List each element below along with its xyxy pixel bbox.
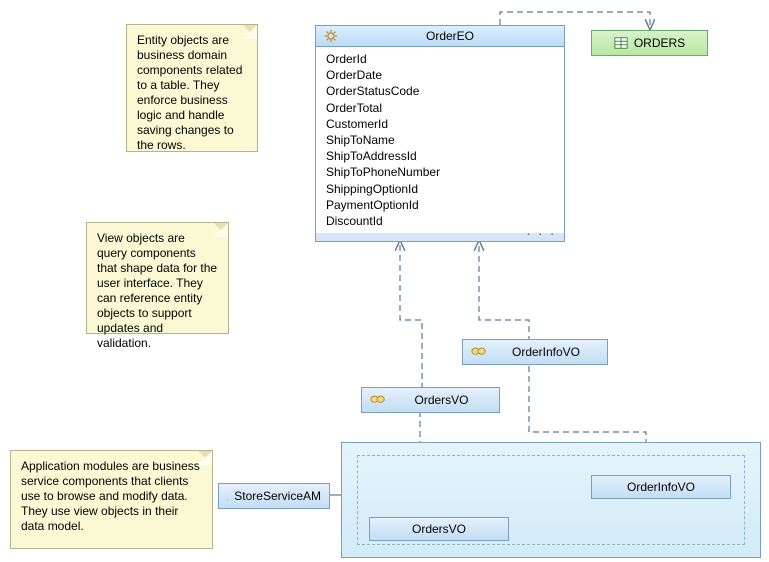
app-module-title: StoreServiceAM (234, 489, 321, 503)
attr: OrderId (326, 51, 554, 67)
note-application-module: Application modules are business service… (10, 450, 213, 549)
entity-header: OrderEO (316, 26, 564, 47)
app-module-store-service-am[interactable]: StoreServiceAM (218, 483, 330, 509)
db-table-orders[interactable]: ORDERS (591, 30, 708, 56)
view-object-icon (370, 393, 386, 407)
attr: ShipToName (326, 132, 554, 148)
table-icon (614, 36, 628, 50)
usage-title: OrderInfoVO (600, 480, 722, 494)
view-object-icon (471, 345, 487, 359)
gear-icon (324, 29, 338, 43)
am-usage-order-info-vo[interactable]: OrderInfoVO (591, 475, 731, 499)
entity-attributes-list: OrderId OrderDate OrderStatusCode OrderT… (316, 47, 564, 233)
entity-title: OrderEO (344, 29, 556, 43)
table-name: ORDERS (634, 36, 685, 50)
attr: PaymentOptionId (326, 197, 554, 213)
am-usage-orders-vo[interactable]: OrdersVO (369, 517, 509, 541)
attr: OrderTotal (326, 100, 554, 116)
note-entity-objects: Entity objects are business domain compo… (126, 24, 258, 152)
entity-object-order-eo[interactable]: OrderEO OrderId OrderDate OrderStatusCod… (315, 25, 565, 242)
usage-title: OrdersVO (378, 522, 500, 536)
view-object-orders-vo[interactable]: OrdersVO (361, 387, 500, 413)
attr: OrderStatusCode (326, 83, 554, 99)
view-object-title: OrderInfoVO (493, 345, 599, 359)
attr: ShipToAddressId (326, 148, 554, 164)
note-text: View objects are query components that s… (97, 231, 217, 350)
attr: CustomerId (326, 116, 554, 132)
attr: OrderDate (326, 67, 554, 83)
more-indicator: . . . (527, 222, 556, 238)
note-view-objects: View objects are query components that s… (86, 222, 229, 334)
attr: DiscountId (326, 213, 554, 229)
attr: ShipToPhoneNumber (326, 164, 554, 180)
view-object-order-info-vo[interactable]: OrderInfoVO (462, 339, 608, 365)
attr: ShippingOptionId (326, 181, 554, 197)
view-object-title: OrdersVO (392, 393, 491, 407)
note-text: Entity objects are business domain compo… (137, 33, 242, 152)
note-text: Application modules are business service… (21, 459, 200, 533)
briefcase-icon (227, 489, 228, 503)
